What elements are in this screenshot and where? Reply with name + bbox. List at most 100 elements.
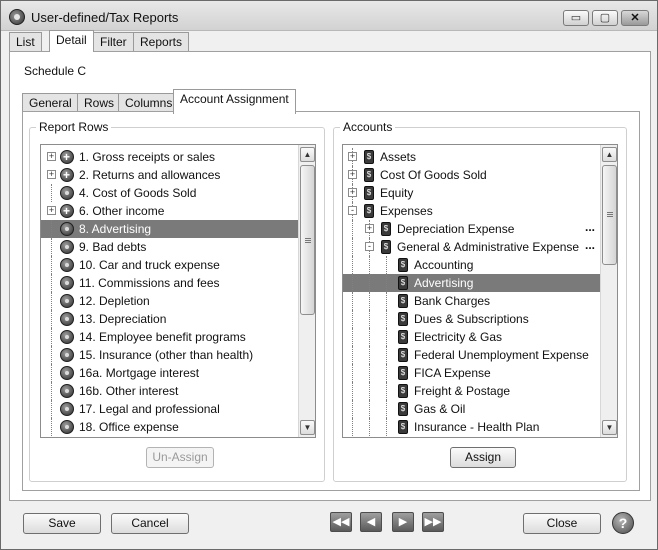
row-item-icon [60,186,74,200]
account-row[interactable]: $ Gas & Oil [343,400,601,418]
account-icon: $ [398,384,408,398]
minimize-button[interactable]: ▭ [563,10,589,26]
report-rows-scrollbar[interactable]: ▲ ▼ [298,145,315,437]
report-row[interactable]: 16b. Other interest [41,382,299,400]
tab-list[interactable]: List [9,32,42,52]
account-row[interactable]: + $ Equity [343,184,601,202]
account-row[interactable]: + $ Assets [343,148,601,166]
assign-button[interactable]: Assign [450,447,516,468]
report-row[interactable]: +2. Returns and allowances [41,166,299,184]
account-row[interactable]: $ Bank Charges [343,292,601,310]
account-row[interactable]: $ Accounting [343,256,601,274]
report-row[interactable]: 12. Depletion [41,292,299,310]
last-record-icon[interactable]: ▶▶ [422,512,444,532]
help-icon[interactable]: ? [612,512,634,534]
tree-connector [386,418,387,436]
detail-panel: Schedule C General Rows Columns Account … [9,51,651,501]
expand-icon[interactable]: + [365,224,374,233]
more-icon[interactable]: ... [585,218,595,236]
tab-account-assignment[interactable]: Account Assignment [173,89,296,114]
accounts-scrollbar[interactable]: ▲ ▼ [600,145,617,437]
account-row[interactable]: + $ Cost Of Goods Sold [343,166,601,184]
tree-connector [352,418,353,436]
report-row[interactable]: 11. Commissions and fees [41,274,299,292]
scroll-thumb[interactable] [300,165,315,315]
accounts-tree[interactable]: + $ Assets + $ Cost Of Goods Sold + $ Equity - $ Ex… [342,144,618,438]
report-row[interactable]: 10. Car and truck expense [41,256,299,274]
tree-connector [352,382,353,400]
collapse-icon[interactable]: - [365,242,374,251]
account-icon: $ [381,222,391,236]
scroll-up-icon[interactable]: ▲ [602,147,617,162]
report-row[interactable]: 8. Advertising [41,220,299,238]
tab-filter[interactable]: Filter [93,32,134,52]
account-row-label: General & Administrative Expense [397,240,580,254]
scroll-down-icon[interactable]: ▼ [602,420,617,435]
tree-connector [51,274,52,292]
report-window: User-defined/Tax Reports ▭ ▢ ✕ List Deta… [0,0,658,550]
account-row[interactable]: $ Insurance - Health Plan [343,418,601,436]
account-icon: $ [364,186,374,200]
tree-connector [352,220,353,238]
report-row[interactable]: 9. Bad debts [41,238,299,256]
account-row[interactable]: $ Freight & Postage [343,382,601,400]
tab-rows[interactable]: Rows [77,93,122,113]
expand-icon[interactable]: + [348,152,357,161]
tab-reports[interactable]: Reports [133,32,190,52]
report-row[interactable]: 17. Legal and professional [41,400,299,418]
account-row[interactable]: - $ Expenses [343,202,601,220]
report-row[interactable]: 16a. Mortgage interest [41,364,299,382]
tab-general[interactable]: General [22,93,79,113]
tree-connector [369,418,370,436]
cancel-button[interactable]: Cancel [111,513,189,534]
report-row[interactable]: +6. Other income [41,202,299,220]
tree-connector [386,382,387,400]
account-row[interactable]: $ Electricity & Gas [343,328,601,346]
tree-connector [51,346,52,364]
report-row[interactable]: 18. Office expense [41,418,299,436]
report-row[interactable]: 14. Employee benefit programs [41,328,299,346]
tree-connector [352,274,353,292]
previous-record-icon[interactable]: ◀ [360,512,382,532]
account-row[interactable]: $ Dues & Subscriptions [343,310,601,328]
account-icon: $ [398,330,408,344]
report-row-label: 16a. Mortgage interest [79,366,200,380]
tab-detail[interactable]: Detail [49,30,94,52]
report-row[interactable]: +1. Gross receipts or sales [41,148,299,166]
next-record-icon[interactable]: ▶ [392,512,414,532]
account-row[interactable]: - $ General & Administrative Expense... [343,238,601,256]
account-row[interactable]: $ Federal Unemployment Expense [343,346,601,364]
account-row[interactable]: + $ Depreciation Expense... [343,220,601,238]
report-row[interactable]: 4. Cost of Goods Sold [41,184,299,202]
report-rows-list[interactable]: +1. Gross receipts or sales+2. Returns a… [40,144,316,438]
save-button[interactable]: Save [23,513,101,534]
report-row-label: 13. Depreciation [79,312,167,326]
scroll-down-icon[interactable]: ▼ [300,420,315,435]
unassign-button[interactable]: Un-Assign [146,447,214,468]
report-row-label: 14. Employee benefit programs [79,330,246,344]
report-rows-title: Report Rows [36,120,112,134]
account-row[interactable]: $ FICA Expense [343,364,601,382]
scroll-up-icon[interactable]: ▲ [300,147,315,162]
maximize-button[interactable]: ▢ [592,10,618,26]
account-row[interactable]: $ Advertising [343,274,601,292]
report-row-label: 6. Other income [79,204,165,218]
first-record-icon[interactable]: ◀◀ [330,512,352,532]
expand-icon[interactable]: + [47,152,56,161]
collapse-icon[interactable]: - [348,206,357,215]
expand-icon[interactable]: + [348,188,357,197]
close-window-button[interactable]: ✕ [621,10,649,26]
close-button[interactable]: Close [523,513,601,534]
expand-icon[interactable]: + [47,206,56,215]
tree-connector [51,310,52,328]
expand-icon[interactable]: + [47,170,56,179]
tree-connector [352,364,353,382]
more-icon[interactable]: ... [585,236,595,254]
tree-connector [369,292,370,310]
scroll-thumb[interactable] [602,165,617,265]
report-row[interactable]: 15. Insurance (other than health) [41,346,299,364]
expand-icon[interactable]: + [348,170,357,179]
report-row[interactable]: 13. Depreciation [41,310,299,328]
tab-columns[interactable]: Columns [118,93,180,113]
account-icon: $ [364,150,374,164]
